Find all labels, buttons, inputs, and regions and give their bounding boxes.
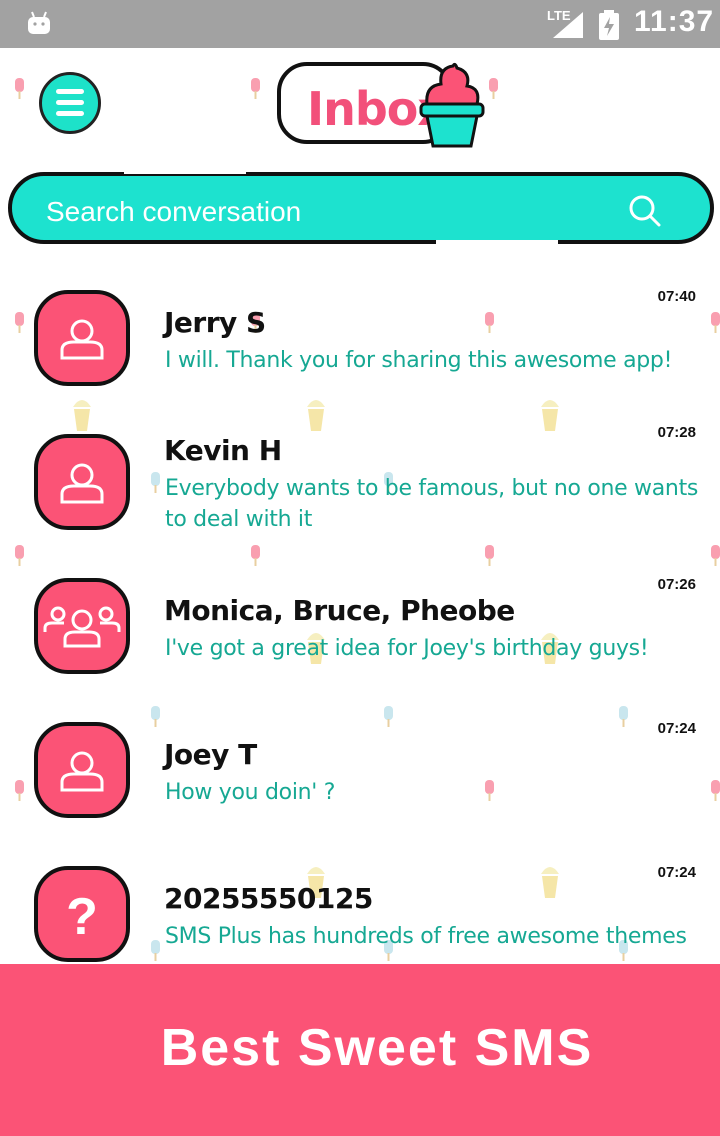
battery-charging-icon (599, 10, 619, 40)
conversation-time: 07:40 (657, 288, 696, 305)
avatar (34, 722, 130, 818)
contact-name: Joey T (164, 738, 257, 771)
status-bar: LTE 11:37 (0, 0, 720, 48)
message-preview: How you doin' ? (165, 780, 336, 805)
promo-banner: Best Sweet SMS (0, 964, 720, 1136)
search-bar[interactable]: Search conversation (8, 172, 714, 244)
search-icon[interactable] (628, 194, 662, 228)
search-input[interactable]: Search conversation (46, 196, 301, 228)
banner-title: Best Sweet SMS (160, 1019, 594, 1077)
svg-text:?: ? (66, 888, 98, 946)
popsicle-icon (251, 78, 260, 99)
hamburger-menu-icon (56, 89, 84, 94)
avatar: ? (34, 866, 130, 962)
contact-name: Kevin H (164, 434, 282, 467)
message-preview: Everybody wants to be famous, but no one… (165, 476, 699, 532)
menu-button[interactable] (39, 72, 101, 134)
contact-name: Monica, Bruce, Pheobe (164, 594, 515, 627)
avatar (34, 434, 130, 530)
conversation-item[interactable]: ? 07:24 20255550125 SMS Plus has hundred… (0, 856, 720, 964)
contact-name: Jerry S (164, 306, 266, 339)
menu-icon-line (56, 111, 84, 116)
person-icon (60, 319, 104, 360)
conversation-time: 07:24 (657, 720, 696, 737)
person-icon (60, 463, 104, 504)
popsicle-icon (15, 78, 24, 99)
conversation-item[interactable]: 07:24 Joey T How you doin' ? (0, 712, 720, 832)
conversation-time: 07:26 (657, 576, 696, 593)
conversation-time: 07:28 (657, 424, 696, 441)
question-mark-icon: ? (66, 888, 98, 946)
android-icon (28, 11, 50, 34)
header-title: Inbox (277, 62, 493, 148)
message-preview: SMS Plus has hundreds of free awesome th… (165, 924, 687, 949)
conversation-time: 07:24 (657, 864, 696, 881)
group-icon (43, 606, 121, 648)
menu-icon-line (56, 100, 84, 105)
signal-icon (553, 12, 583, 38)
message-preview: I will. Thank you for sharing this aweso… (165, 348, 673, 373)
avatar (34, 290, 130, 386)
status-time: 11:37 (634, 5, 715, 38)
ice-cream-cup-icon (419, 62, 485, 148)
contact-name: 20255550125 (164, 882, 373, 915)
conversation-item[interactable]: 07:28 Kevin H Everybody wants to be famo… (0, 424, 720, 554)
message-preview: I've got a great idea for Joey's birthda… (165, 636, 649, 661)
conversation-item[interactable]: 07:26 Monica, Bruce, Pheobe I've got a g… (0, 568, 720, 688)
avatar (34, 578, 130, 674)
person-icon (60, 751, 104, 792)
conversation-item[interactable]: 07:40 Jerry S I will. Thank you for shar… (0, 280, 720, 400)
border-gap (124, 168, 246, 174)
border-gap (436, 240, 558, 246)
